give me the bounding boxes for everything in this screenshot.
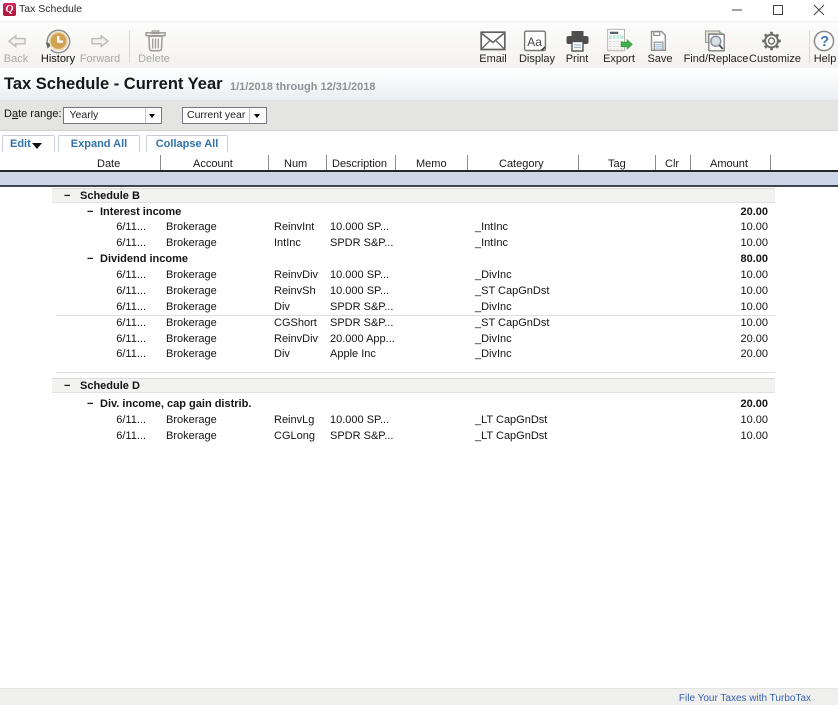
svg-text:?: ? (820, 34, 829, 50)
svg-text:Aa: Aa (527, 35, 542, 49)
